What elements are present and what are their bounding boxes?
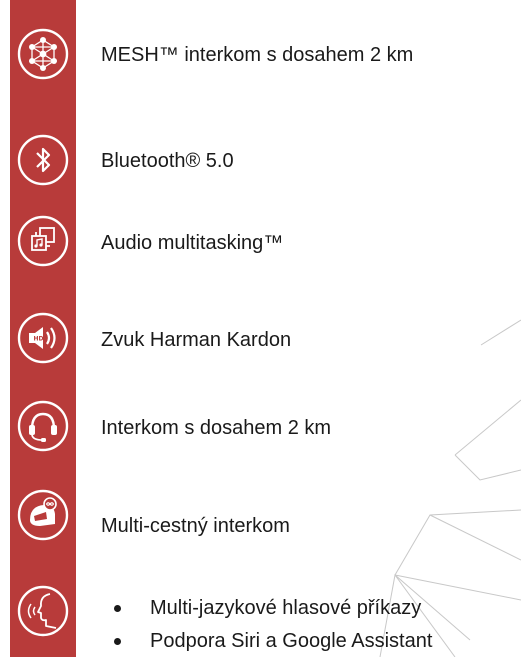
bluetooth-icon (16, 133, 70, 187)
feature-label-multi-way-intercom: Multi-cestný interkom (101, 515, 290, 537)
list-item: Multi-jazykové hlasové příkazy (114, 592, 432, 625)
feature-label-harman-kardon: Zvuk Harman Kardon (101, 329, 292, 351)
feature-label-intercom-range: Interkom s dosahem 2 km (101, 417, 332, 439)
hd-speaker-icon: HD (16, 311, 70, 365)
helmet-infinity-icon (16, 488, 70, 542)
voice-feature-list: Multi-jazykové hlasové příkazy Podpora S… (114, 592, 432, 658)
svg-text:HD: HD (34, 336, 44, 343)
list-item: Podpora Siri a Google Assistant (114, 625, 432, 658)
audio-multitasking-icon (16, 214, 70, 268)
feature-label-bluetooth: Bluetooth® 5.0 (101, 150, 234, 172)
headset-icon (16, 399, 70, 453)
mesh-network-icon (16, 27, 70, 81)
feature-label-audio-multitasking: Audio multitasking™ (101, 232, 284, 254)
voice-command-icon (16, 584, 70, 638)
feature-label-mesh: MESH™ interkom s dosahem 2 km (101, 44, 414, 66)
